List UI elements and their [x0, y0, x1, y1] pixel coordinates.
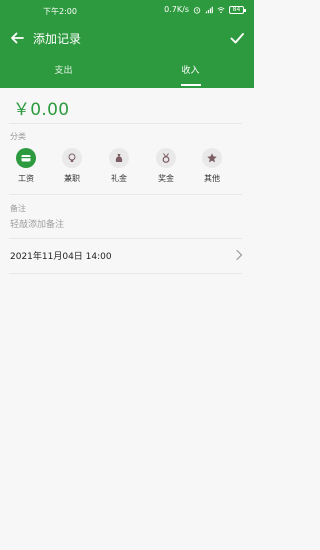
note-label: 备注 [10, 204, 26, 213]
star-icon [202, 148, 222, 168]
type-tabs: 支出 收入 [0, 58, 254, 88]
network-speed: 0.7K/s [164, 5, 189, 14]
page-title: 添加记录 [33, 32, 82, 46]
medal-icon [156, 148, 176, 168]
tab-expense[interactable]: 支出 [0, 58, 127, 88]
money-bag-icon [109, 148, 129, 168]
category-label-text: 奖金 [158, 174, 174, 183]
lightbulb-icon [62, 148, 82, 168]
category-label-text: 礼金 [111, 174, 127, 183]
back-arrow-icon[interactable] [8, 29, 26, 47]
divider [9, 123, 242, 124]
category-item-parttime[interactable]: 兼职 [54, 148, 90, 188]
category-label-text: 兼职 [64, 174, 80, 183]
divider [9, 238, 242, 239]
divider [9, 194, 242, 195]
category-list: 工资 兼职 礼金 奖金 其他 [0, 148, 254, 188]
note-input[interactable] [10, 218, 230, 232]
category-item-salary[interactable]: 工资 [8, 148, 44, 188]
category-item-other[interactable]: 其他 [194, 148, 230, 188]
category-label-text: 工资 [18, 174, 34, 183]
toolbar: 添加记录 [0, 24, 254, 52]
chevron-right-icon [236, 249, 243, 261]
category-item-bonus[interactable]: 奖金 [148, 148, 184, 188]
app-header: 下午2:00 0.7K/s 84 添加记录 支出 收入 [0, 0, 254, 88]
alarm-icon [193, 6, 201, 14]
battery-icon: 84 [229, 5, 246, 14]
form-body: ￥0.00 分类 工资 兼职 礼金 奖金 其他 备注 轻敲添加备注 2021年1… [0, 88, 254, 550]
check-icon[interactable] [228, 29, 246, 47]
divider [9, 273, 242, 274]
wallet-icon [16, 148, 36, 168]
date-value: 2021年11月04日 14:00 [10, 252, 112, 262]
wifi-icon [217, 6, 225, 13]
tab-income[interactable]: 收入 [127, 58, 254, 88]
status-icons: 0.7K/s 84 [164, 5, 246, 14]
category-item-gift[interactable]: 礼金 [101, 148, 137, 188]
status-bar: 下午2:00 0.7K/s 84 [0, 0, 254, 20]
category-label-text: 其他 [204, 174, 220, 183]
status-time: 下午2:00 [43, 7, 77, 16]
amount-display[interactable]: ￥0.00 [13, 95, 69, 120]
date-picker-row[interactable]: 2021年11月04日 14:00 [0, 243, 254, 267]
signal-icon [205, 6, 213, 13]
category-label: 分类 [10, 132, 26, 141]
